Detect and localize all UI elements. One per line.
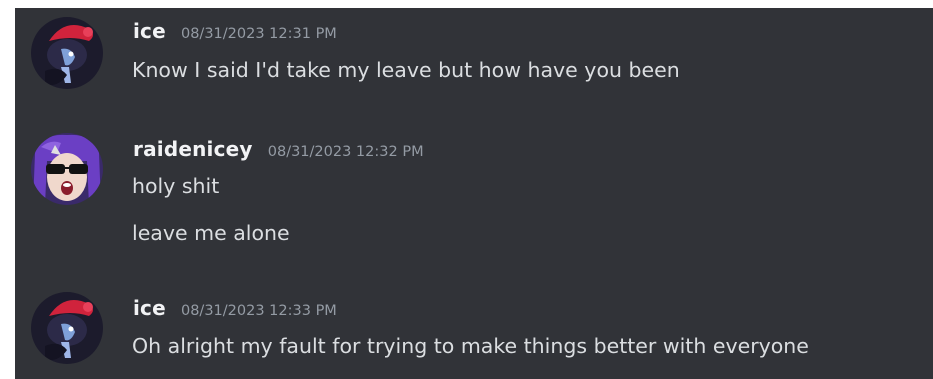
avatar[interactable] [31,292,103,364]
message-text: holy shit [132,174,220,198]
message-header: raidenicey 08/31/2023 12:32 PM [133,134,424,164]
timestamp[interactable]: 08/31/2023 12:33 PM [181,303,337,319]
message-text: Oh alright my fault for trying to make t… [132,334,809,358]
timestamp[interactable]: 08/31/2023 12:32 PM [268,144,424,160]
username[interactable]: raidenicey [133,137,253,161]
message-header: ice 08/31/2023 12:33 PM [133,293,337,323]
username[interactable]: ice [133,19,166,43]
timestamp[interactable]: 08/31/2023 12:31 PM [181,26,337,42]
red-hat-character-avatar-icon [31,17,103,89]
username[interactable]: ice [133,296,166,320]
avatar[interactable] [31,133,103,205]
chat-message-list: ice 08/31/2023 12:31 PM Know I said I'd … [15,8,933,379]
message-header: ice 08/31/2023 12:31 PM [133,16,337,46]
message-text: Know I said I'd take my leave but how ha… [132,58,680,82]
avatar[interactable] [31,17,103,89]
message-text: leave me alone [132,221,290,245]
sunglasses-purple-hair-avatar-icon [31,133,103,205]
red-hat-character-avatar-icon [31,292,103,364]
